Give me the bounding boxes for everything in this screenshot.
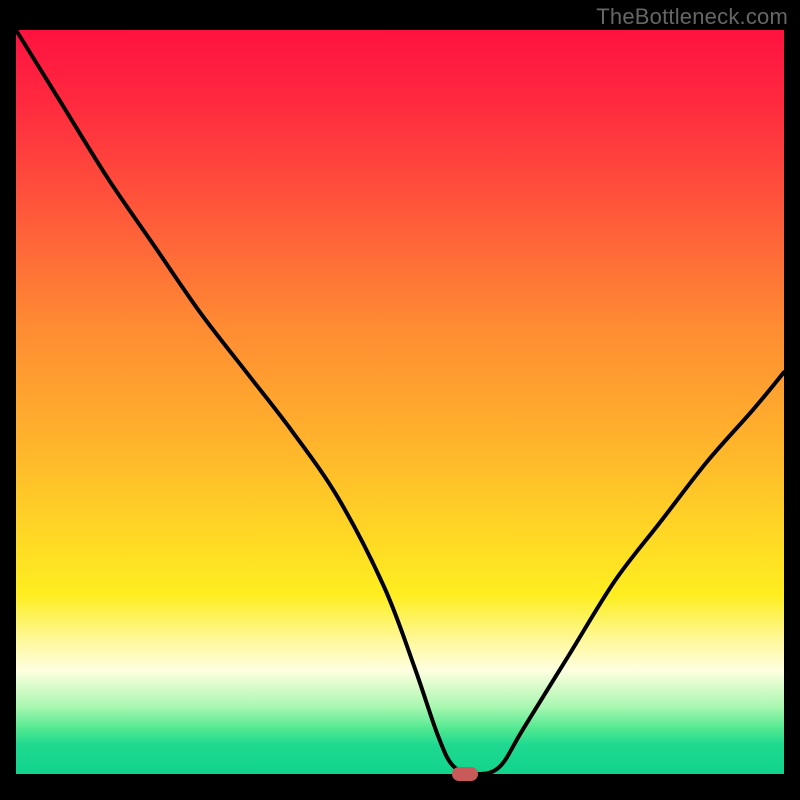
- watermark-text: TheBottleneck.com: [596, 4, 788, 30]
- curve-path: [16, 30, 784, 774]
- minimum-marker: [452, 767, 478, 781]
- plot-area: [16, 30, 784, 784]
- curve-svg: [16, 30, 784, 774]
- chart-frame: TheBottleneck.com: [0, 0, 800, 800]
